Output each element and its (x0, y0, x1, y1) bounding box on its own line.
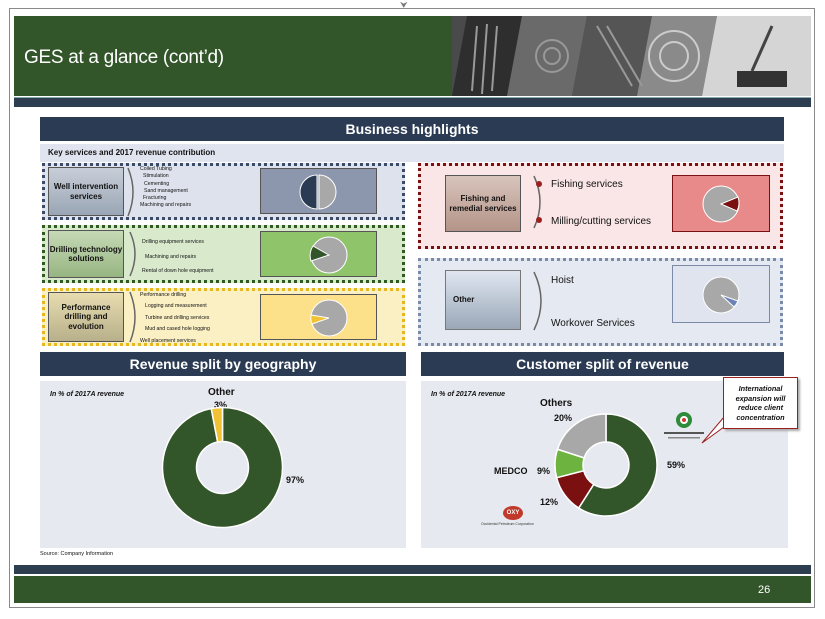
donut-slice-others (556, 413, 607, 459)
fishing-item-1: Fishing services (551, 179, 623, 190)
fishing-item-2: Milling/cutting services (551, 216, 652, 227)
bracket-icon (127, 167, 134, 217)
geography-title: Revenue split by geography (40, 352, 406, 376)
other-pie-box (672, 265, 770, 323)
list-item: Cementing (144, 180, 170, 187)
list-item: Stimulation (143, 173, 169, 180)
geo-main-value: 97% (286, 475, 305, 485)
footer-divider (14, 565, 811, 574)
performance-drilling-label: Performance drilling and evolution (48, 292, 124, 342)
header-divider (14, 97, 811, 107)
header-photo-strip (452, 16, 811, 96)
footer-bar (14, 576, 811, 603)
geo-other-label: Other (208, 387, 235, 398)
customer-donut-chart (554, 413, 658, 517)
customer-note: In % of 2017A revenue (431, 391, 506, 398)
list-item: Logging and measurement (145, 303, 207, 310)
drilling-technology-pie-box (260, 231, 377, 277)
list-item: Rental of down hole equipment (142, 268, 214, 274)
geography-note: In % of 2017A revenue (50, 391, 125, 398)
callout-pointer (701, 415, 725, 444)
oxy-logo-icon: OXY (503, 506, 523, 520)
performance-drilling-pie-box (260, 294, 377, 340)
page-title: GES at a glance (cont’d) (24, 47, 224, 68)
key-services-subtitle: Key services and 2017 revenue contributi… (40, 144, 784, 162)
callout-note: International expansion will reduce clie… (723, 377, 798, 429)
other-item-2: Workover Services (551, 318, 635, 329)
bracket-icon (533, 175, 542, 229)
list-item: Fracturing (143, 195, 167, 202)
fishing-pie-box (672, 175, 770, 232)
well-intervention-pie-box (260, 168, 377, 214)
well-intervention-label: Well intervention services (48, 167, 124, 216)
business-highlights-title: Business highlights (40, 117, 784, 141)
fishing-label: Fishing and remedial services (445, 175, 521, 232)
list-item: Turbine and drilling services (145, 314, 210, 321)
top-logo-icon: ⮟ (400, 0, 408, 10)
cust-medco-value: 9% (537, 466, 551, 476)
bracket-icon (129, 231, 136, 277)
list-item: Performance drilling (140, 292, 187, 298)
list-item: Well placement services (140, 337, 196, 344)
other-label: Other (453, 295, 475, 304)
list-item: Sand management (144, 187, 188, 194)
source-note: Source: Company Information (40, 551, 114, 557)
performance-drilling-list: Performance drilling Logging and measure… (140, 290, 210, 347)
other-item-1: Hoist (551, 275, 574, 286)
cust-pdo-value: 59% (667, 460, 686, 470)
well-intervention-list: Coiled Tubing Stimulation Cementing Sand… (140, 166, 191, 210)
bracket-icon (533, 271, 542, 331)
customer-title: Customer split of revenue (421, 352, 784, 376)
list-item: Machining and repairs (145, 253, 197, 260)
drilling-technology-list: Drilling equipment services Machining an… (142, 235, 214, 279)
page-number: 26 (758, 584, 771, 596)
cust-others-label: Others (540, 398, 573, 409)
list-item: Machining and repairs (140, 202, 192, 209)
list-item: Coiled Tubing (140, 166, 172, 172)
oxy-caption: Occidental Petroleum Corporation (481, 522, 534, 526)
geography-donut-chart (161, 406, 284, 529)
drilling-technology-label: Drilling technology solutions (48, 230, 124, 278)
list-item: Drilling equipment services (142, 239, 204, 245)
cust-medco-label: MEDCO (494, 466, 528, 476)
list-item: Mud and cased hole logging (145, 326, 210, 333)
